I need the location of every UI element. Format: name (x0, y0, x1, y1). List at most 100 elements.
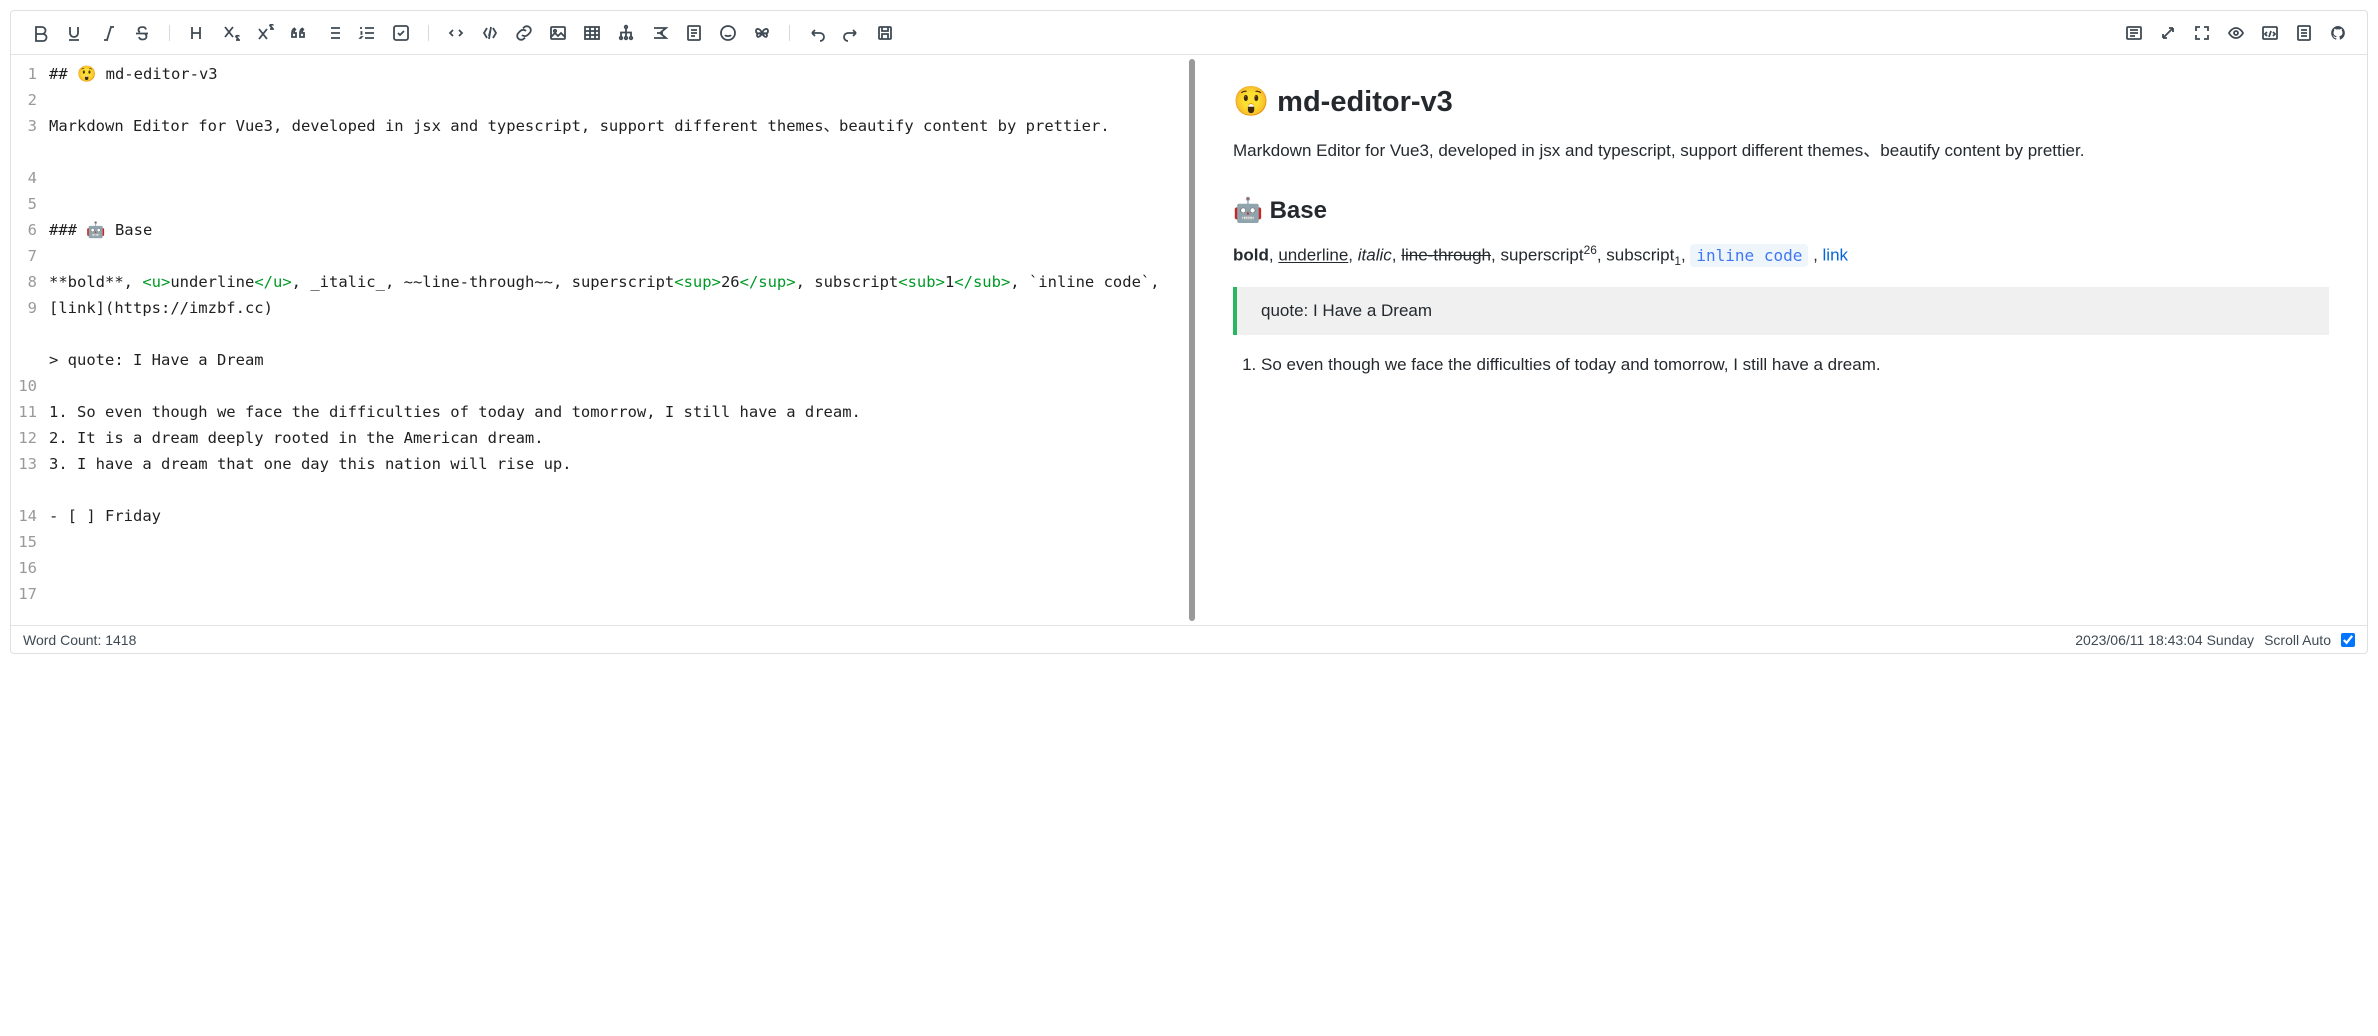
code-line[interactable] (49, 165, 1181, 191)
line-number: 16 (11, 555, 37, 581)
github-button[interactable] (2323, 18, 2353, 48)
code-button[interactable]: / (475, 18, 505, 48)
preview-link[interactable]: link (1823, 246, 1849, 265)
line-number: 2 (11, 87, 37, 113)
save-icon (876, 24, 894, 42)
bold-icon (31, 24, 49, 42)
heading-icon (188, 24, 206, 42)
line-number: 12 (11, 425, 37, 451)
line-number: 6 (11, 217, 37, 243)
expand-icon (2159, 24, 2177, 42)
list-item: So even though we face the difficulties … (1261, 351, 2329, 380)
scroll-auto-checkbox[interactable] (2341, 633, 2355, 647)
source-pane[interactable]: 1234567891011121314151617 ## 😲 md-editor… (11, 55, 1189, 625)
butterfly-button[interactable] (747, 18, 777, 48)
code-area[interactable]: ## 😲 md-editor-v3 Markdown Editor for Vu… (45, 55, 1189, 625)
underline-icon (65, 24, 83, 42)
word-count: Word Count: 1418 (23, 632, 136, 648)
code-icon: / (481, 24, 499, 42)
line-number: 14 (11, 503, 37, 529)
code-block-icon (447, 24, 465, 42)
save-button[interactable] (870, 18, 900, 48)
italic-button[interactable] (93, 18, 123, 48)
code-line[interactable]: Markdown Editor for Vue3, developed in j… (49, 113, 1181, 139)
expand-button[interactable] (2153, 18, 2183, 48)
code-line[interactable]: ### 🤖 Base (49, 217, 1181, 243)
preview-h2: 😲 md-editor-v3 (1233, 85, 2329, 119)
image-button[interactable] (543, 18, 573, 48)
tree-button[interactable] (611, 18, 641, 48)
heading-button[interactable] (182, 18, 212, 48)
timestamp: 2023/06/11 18:43:04 Sunday (2075, 632, 2254, 648)
code-line[interactable] (49, 373, 1181, 399)
html-preview-button[interactable] (2255, 18, 2285, 48)
code-line[interactable] (49, 477, 1181, 503)
table-button[interactable] (577, 18, 607, 48)
ul-button[interactable] (318, 18, 348, 48)
code-block-button[interactable] (441, 18, 471, 48)
underline-button[interactable] (59, 18, 89, 48)
code-line[interactable]: ## 😲 md-editor-v3 (49, 61, 1181, 87)
redo-button[interactable] (836, 18, 866, 48)
link-button[interactable] (509, 18, 539, 48)
note-button[interactable] (679, 18, 709, 48)
preview-h3: 🤖 Base (1233, 196, 2329, 225)
code-line[interactable] (49, 191, 1181, 217)
butterfly-icon (753, 24, 771, 42)
task-button[interactable] (386, 18, 416, 48)
italic-icon (99, 24, 117, 42)
code-line[interactable]: **bold**, <u>underline</u>, _italic_, ~~… (49, 269, 1181, 321)
code-line[interactable]: - [ ] Friday (49, 503, 1181, 529)
bold-button[interactable] (25, 18, 55, 48)
toolbar-separator (428, 25, 429, 41)
line-number: 15 (11, 529, 37, 555)
code-line[interactable]: > quote: I Have a Dream (49, 347, 1181, 373)
line-number: 11 (11, 399, 37, 425)
editor-main: 1234567891011121314151617 ## 😲 md-editor… (11, 55, 2367, 625)
toolbar-separator (789, 25, 790, 41)
svg-text:/: / (488, 31, 490, 38)
preview-pane: 😲 md-editor-v3 Markdown Editor for Vue3,… (1195, 55, 2367, 625)
code-line[interactable]: 2. It is a dream deeply rooted in the Am… (49, 425, 1181, 451)
statusbar: Word Count: 1418 2023/06/11 18:43:04 Sun… (11, 625, 2367, 653)
line-number: 1 (11, 61, 37, 87)
page-view-button[interactable] (2119, 18, 2149, 48)
line-number: 4 (11, 165, 37, 191)
preview-quote: quote: I Have a Dream (1233, 287, 2329, 335)
line-number: 9 (11, 295, 37, 373)
toolbar-separator (169, 25, 170, 41)
preview-paragraph: Markdown Editor for Vue3, developed in j… (1233, 137, 2329, 164)
image-icon (549, 24, 567, 42)
emoji-icon (719, 24, 737, 42)
code-line[interactable] (49, 139, 1181, 165)
code-line[interactable] (49, 87, 1181, 113)
preview-format-line: bold, underline, italic, line-through, s… (1233, 241, 2329, 271)
line-number: 8 (11, 269, 37, 295)
ul-icon (324, 24, 342, 42)
quote-icon (290, 24, 308, 42)
catalog-button[interactable] (2289, 18, 2319, 48)
formula-button[interactable] (645, 18, 675, 48)
superscript-button[interactable] (250, 18, 280, 48)
ol-button[interactable] (352, 18, 382, 48)
note-icon (685, 24, 703, 42)
undo-button[interactable] (802, 18, 832, 48)
preview-button[interactable] (2221, 18, 2251, 48)
catalog-icon (2295, 24, 2313, 42)
ol-icon (358, 24, 376, 42)
line-number: 7 (11, 243, 37, 269)
fullscreen-button[interactable] (2187, 18, 2217, 48)
code-line[interactable] (49, 243, 1181, 269)
toolbar: / (11, 11, 2367, 55)
code-line[interactable] (49, 321, 1181, 347)
editor-container: / 1234567891011121314151617 ## 😲 md-edit… (10, 10, 2368, 654)
code-line[interactable]: 3. I have a dream that one day this nati… (49, 451, 1181, 477)
formula-icon (651, 24, 669, 42)
code-line[interactable]: 1. So even though we face the difficulti… (49, 399, 1181, 425)
subscript-button[interactable] (216, 18, 246, 48)
subscript-icon (222, 24, 240, 42)
emoji-button[interactable] (713, 18, 743, 48)
preview-icon (2227, 24, 2245, 42)
strikethrough-button[interactable] (127, 18, 157, 48)
quote-button[interactable] (284, 18, 314, 48)
